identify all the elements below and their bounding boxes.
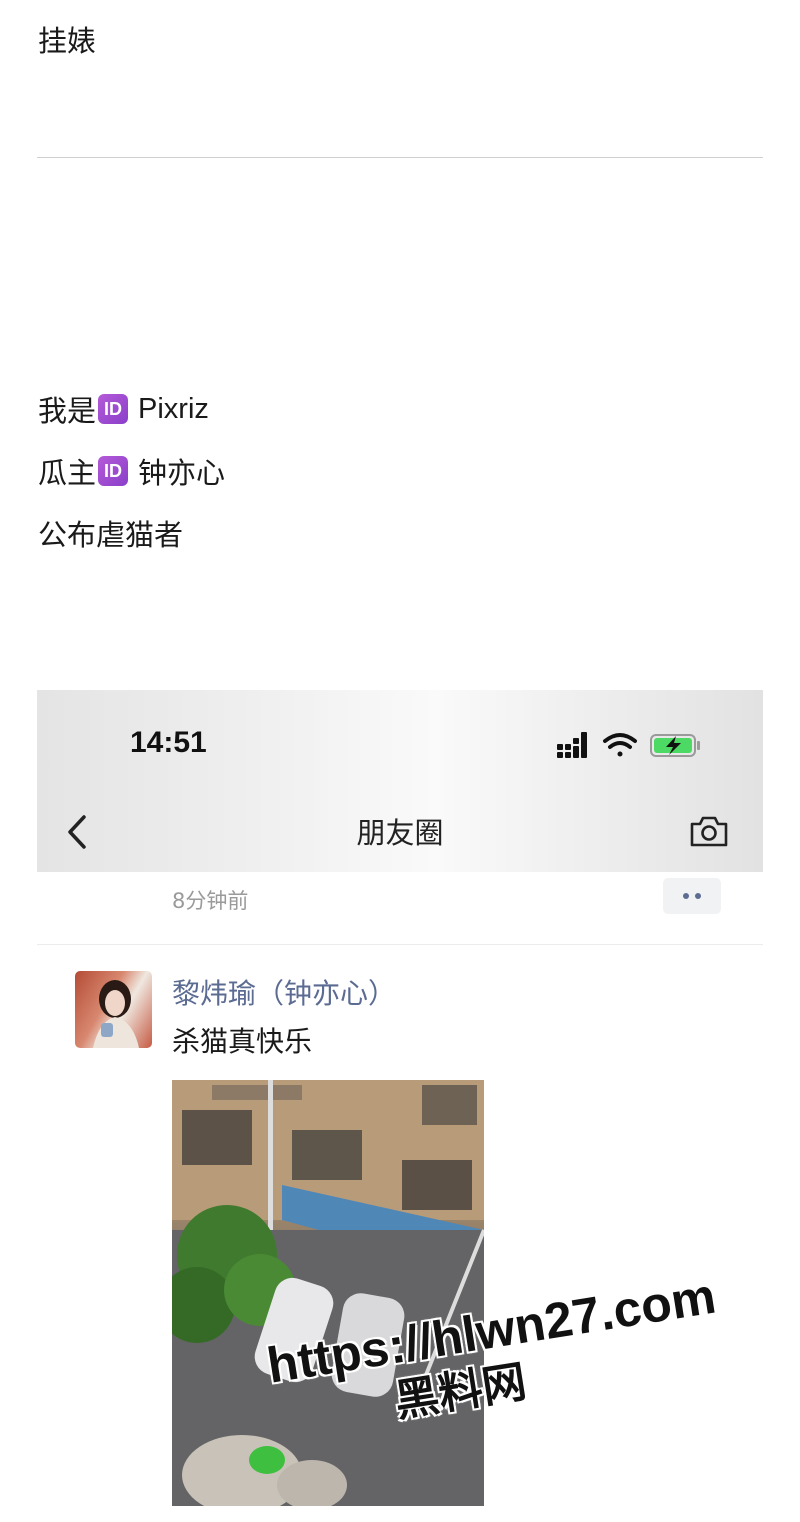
avatar[interactable]: [75, 971, 152, 1048]
nav-title: 朋友圈: [356, 816, 444, 850]
divider: [37, 157, 763, 158]
post-title: 挂婊: [38, 24, 97, 58]
moment-text: 杀猫真快乐: [172, 1025, 313, 1058]
intro-line-self: 我是 ID Pixriz: [38, 388, 209, 430]
line-prefix: 瓜主: [38, 456, 97, 490]
intro-line-announce: 公布虐猫者: [38, 518, 184, 552]
id-badge-icon: ID: [98, 394, 129, 424]
line-prefix: 我是: [38, 394, 97, 428]
status-icons: [557, 732, 700, 758]
user-name: Pixriz: [138, 392, 209, 425]
intro-line-source: 瓜主 ID 钟亦心: [38, 450, 225, 492]
moments-header: 14:51 朋友圈: [37, 690, 763, 872]
post-time-ago: 8分钟前: [172, 889, 249, 913]
user-name: 钟亦心: [138, 456, 226, 490]
status-time: 14:51: [130, 726, 207, 759]
moment-author[interactable]: 黎炜瑜（钟亦心）: [172, 972, 396, 1012]
id-badge-icon: ID: [98, 456, 129, 486]
wifi-icon: [603, 733, 637, 757]
signal-icon: [557, 732, 587, 758]
battery-charging-icon: [650, 734, 700, 757]
camera-icon[interactable]: [689, 814, 729, 848]
feed-divider: [37, 944, 763, 945]
more-dots-icon[interactable]: [663, 878, 721, 914]
